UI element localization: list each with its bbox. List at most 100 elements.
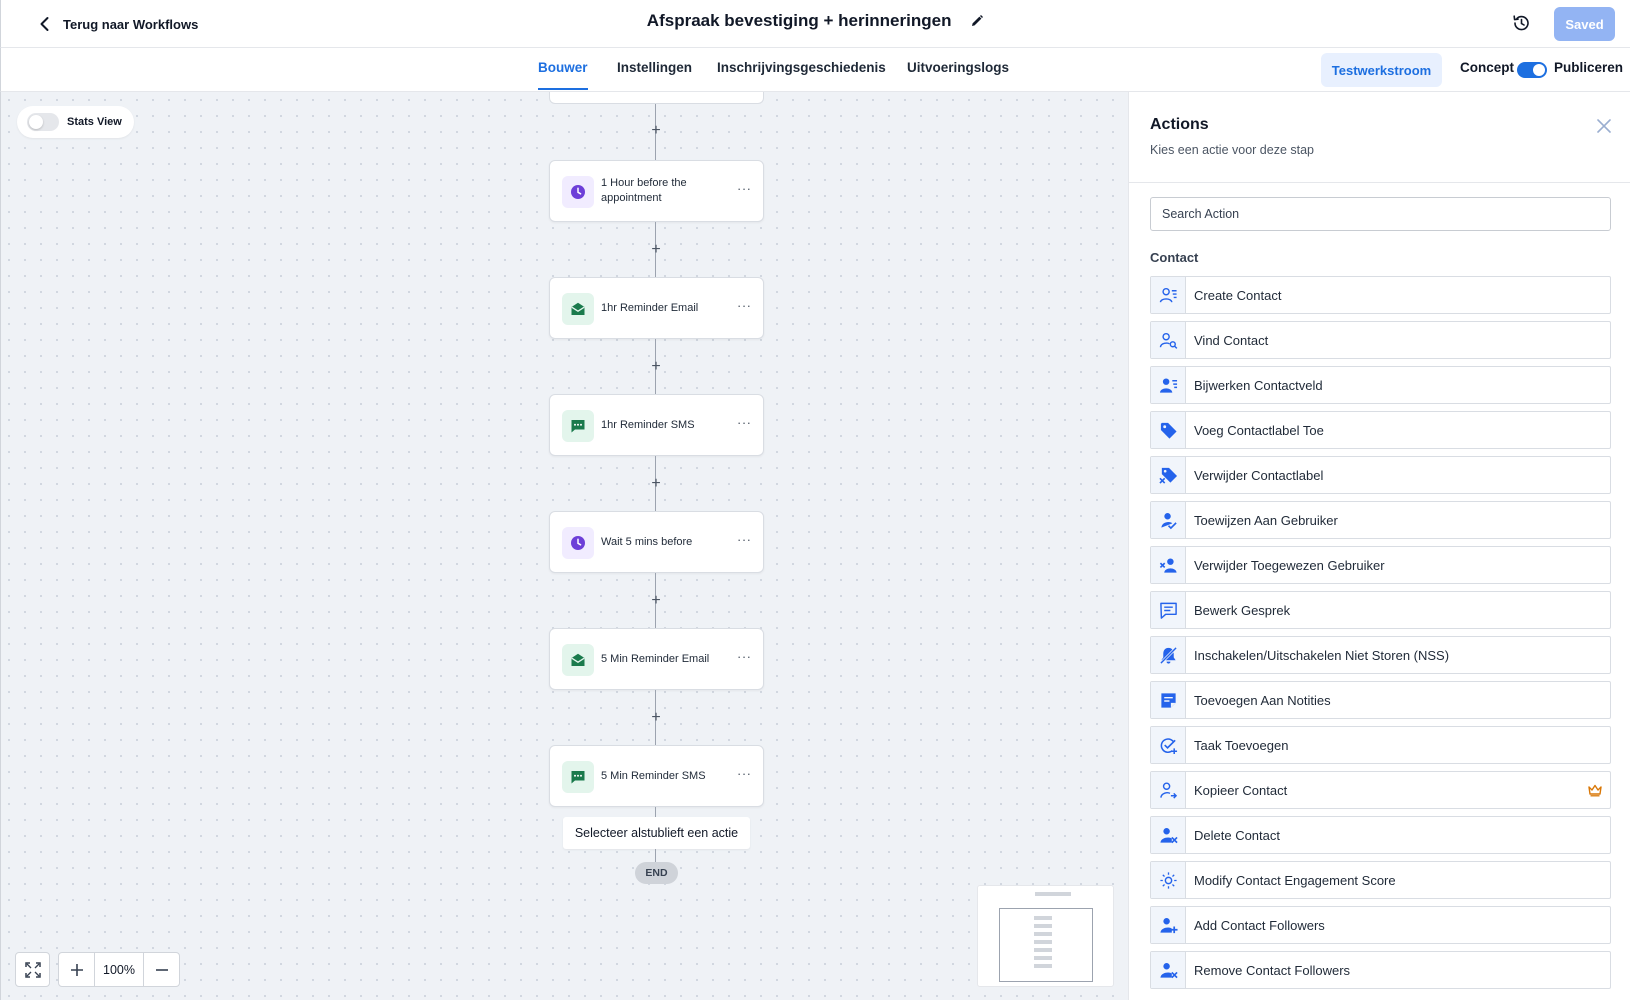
sms-node-icon: [562, 410, 594, 442]
more-options-icon[interactable]: ···: [737, 299, 751, 316]
more-options-icon[interactable]: ···: [737, 416, 751, 433]
stats-view-toggle[interactable]: Stats View: [17, 106, 134, 138]
zoom-in-button[interactable]: [59, 953, 94, 986]
action-item[interactable]: Add Contact Followers: [1150, 906, 1611, 944]
action-icon-box: [1151, 727, 1186, 763]
minimap-node: [1034, 948, 1052, 952]
clock-icon: [571, 536, 585, 550]
tab-inschrijvingsgeschiedenis[interactable]: Inschrijvingsgeschiedenis: [717, 60, 886, 75]
actions-panel: Actions Kies een actie voor deze stap Co…: [1128, 92, 1630, 1000]
action-icon-box: [1151, 772, 1186, 808]
tab-uitvoeringslogs[interactable]: Uitvoeringslogs: [907, 60, 1009, 75]
search-action-input[interactable]: [1150, 197, 1611, 231]
top-header: Terug naar Workflows Afspraak bevestigin…: [0, 0, 1630, 48]
minimap-node: [1035, 892, 1071, 896]
minimap-node: [1034, 940, 1052, 944]
action-item[interactable]: Taak Toevoegen: [1150, 726, 1611, 764]
workflow-node[interactable]: 1hr Reminder SMS ···: [549, 394, 764, 456]
stats-toggle-switch[interactable]: [27, 113, 59, 131]
select-action-hint: Selecteer alstublieft een actie: [563, 817, 750, 849]
action-icon-box: [1151, 592, 1186, 628]
minimap-node: [1034, 964, 1052, 968]
minimap-node: [1034, 932, 1052, 936]
action-item[interactable]: Delete Contact: [1150, 816, 1611, 854]
workflow-node-label: 1hr Reminder SMS: [601, 418, 695, 431]
action-item[interactable]: Bijwerken Contactveld: [1150, 366, 1611, 404]
add-step-button[interactable]: +: [649, 242, 663, 258]
clock-icon: [571, 185, 585, 199]
action-label: Verwijder Contactlabel: [1194, 467, 1324, 483]
action-label: Delete Contact: [1194, 827, 1280, 843]
pencil-icon[interactable]: [970, 14, 984, 28]
person-assign-icon: [1160, 512, 1177, 529]
email-node-icon: [562, 644, 594, 676]
action-item[interactable]: Toevoegen Aan Notities: [1150, 681, 1611, 719]
action-icon-box: [1151, 547, 1186, 583]
workflow-node[interactable]: 5 Min Reminder SMS ···: [549, 745, 764, 807]
action-item[interactable]: Kopieer Contact: [1150, 771, 1611, 809]
action-item[interactable]: Inschakelen/Uitschakelen Niet Storen (NS…: [1150, 636, 1611, 674]
divider: [1129, 182, 1630, 183]
action-item[interactable]: Verwijder Toegewezen Gebruiker: [1150, 546, 1611, 584]
clock-node-icon: [562, 527, 594, 559]
minimap-node: [1034, 916, 1052, 920]
fit-view-button[interactable]: [15, 952, 50, 987]
add-step-button[interactable]: +: [649, 123, 663, 139]
action-icon-box: [1151, 817, 1186, 853]
add-step-button[interactable]: +: [649, 476, 663, 492]
action-item[interactable]: Vind Contact: [1150, 321, 1611, 359]
engagement-icon: [1159, 871, 1177, 889]
tab-instellingen[interactable]: Instellingen: [617, 60, 692, 75]
add-step-button[interactable]: +: [649, 359, 663, 375]
action-label: Verwijder Toegewezen Gebruiker: [1194, 557, 1385, 573]
workflow-node-label: 1hr Reminder Email: [601, 301, 699, 314]
clock-node-icon: [562, 176, 594, 208]
person-unassign-icon: [1159, 557, 1177, 573]
workflow-node-label: 5 Min Reminder Email: [601, 652, 710, 665]
workflow-node[interactable]: 1 Hour before the appointment ···: [549, 160, 764, 222]
action-label: Remove Contact Followers: [1194, 962, 1351, 978]
saved-button[interactable]: Saved: [1554, 7, 1615, 41]
workflow-node[interactable]: 5 Min Reminder Email ···: [549, 628, 764, 690]
plus-icon: [70, 963, 83, 976]
task-add-icon: [1160, 737, 1177, 754]
panel-subtitle: Kies een actie voor deze stap: [1150, 143, 1314, 157]
tab-bouwer[interactable]: Bouwer: [538, 60, 588, 90]
action-icon-box: [1151, 367, 1186, 403]
workflow-node-partial[interactable]: [549, 92, 764, 104]
action-label: Kopieer Contact: [1194, 782, 1288, 798]
action-item[interactable]: Bewerk Gesprek: [1150, 591, 1611, 629]
add-step-button[interactable]: +: [649, 593, 663, 609]
action-label: Bijwerken Contactveld: [1194, 377, 1323, 393]
workflow-node[interactable]: 1hr Reminder Email ···: [549, 277, 764, 339]
action-item[interactable]: Toewijzen Aan Gebruiker: [1150, 501, 1611, 539]
workflow-node-label: 5 Min Reminder SMS: [601, 769, 706, 782]
action-label: Taak Toevoegen: [1194, 737, 1289, 753]
add-step-button[interactable]: +: [649, 710, 663, 726]
action-icon-box: [1151, 682, 1186, 718]
workflow-title-text[interactable]: Afspraak bevestiging + herinneringen: [647, 11, 952, 31]
tabs-bar: Bouwer Instellingen Inschrijvingsgeschie…: [0, 48, 1630, 92]
test-workflow-button[interactable]: Testwerkstroom: [1321, 53, 1442, 87]
crown-icon: [1588, 784, 1602, 797]
expand-icon: [24, 961, 41, 978]
publish-toggle[interactable]: [1517, 62, 1547, 78]
chat-icon: [1159, 602, 1177, 619]
action-item[interactable]: Voeg Contactlabel Toe: [1150, 411, 1611, 449]
action-item[interactable]: Verwijder Contactlabel: [1150, 456, 1611, 494]
more-options-icon[interactable]: ···: [737, 533, 751, 550]
action-label: Toewijzen Aan Gebruiker: [1194, 512, 1338, 528]
more-options-icon[interactable]: ···: [737, 650, 751, 667]
minimap[interactable]: [977, 885, 1114, 987]
action-item[interactable]: Create Contact: [1150, 276, 1611, 314]
close-icon[interactable]: [1595, 117, 1613, 135]
action-item[interactable]: Remove Contact Followers: [1150, 951, 1611, 989]
zoom-out-button[interactable]: [144, 953, 179, 986]
action-item[interactable]: Modify Contact Engagement Score: [1150, 861, 1611, 899]
more-options-icon[interactable]: ···: [737, 767, 751, 784]
history-icon[interactable]: [1511, 13, 1531, 33]
action-label: Add Contact Followers: [1194, 917, 1325, 933]
workflow-node[interactable]: Wait 5 mins before ···: [549, 511, 764, 573]
workflow-title: Afspraak bevestiging + herinneringen: [1, 11, 1630, 31]
more-options-icon[interactable]: ···: [737, 182, 751, 199]
